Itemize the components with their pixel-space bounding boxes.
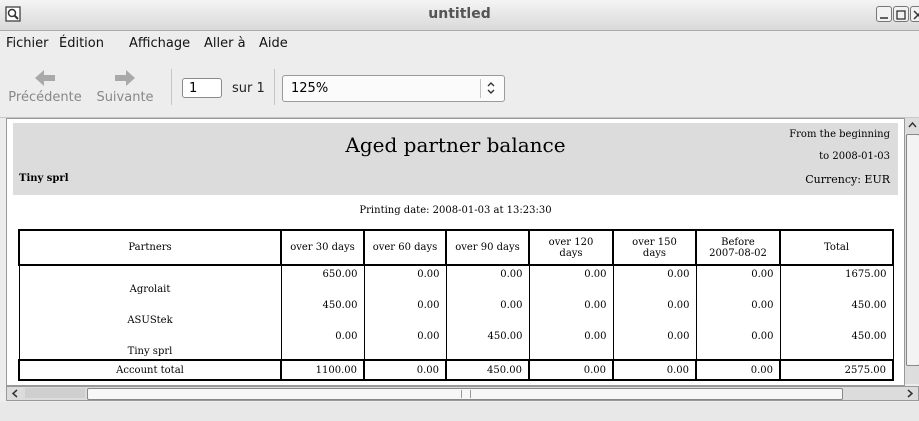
partner-name: Agrolait (18, 265, 282, 297)
column-header: over 150 days (612, 229, 697, 266)
amount-cell: 0.00 (612, 265, 697, 297)
total-amount-cell: 450.00 (445, 359, 530, 381)
aged-balance-table: Partners over 30 days over 60 days over … (18, 229, 894, 381)
amount-cell: 450.00 (779, 328, 894, 360)
column-header: over 120 days (528, 229, 614, 266)
amount-cell: 0.00 (445, 297, 530, 328)
company-name: Tiny sprl (19, 173, 69, 184)
scroll-up-icon[interactable] (905, 118, 919, 132)
page-count-label: sur 1 (232, 81, 265, 96)
menu-fichier[interactable]: Fichier (6, 36, 49, 51)
amount-cell: 0.00 (695, 265, 781, 297)
title-bar: untitled (0, 0, 919, 31)
horizontal-scroll-thumb[interactable] (87, 388, 843, 400)
scroll-track-left (25, 388, 85, 398)
zoom-value: 125% (291, 81, 329, 96)
arrow-left-icon (35, 70, 55, 86)
amount-cell: 0.00 (363, 328, 447, 360)
table-header-row: Partners over 30 days over 60 days over … (18, 229, 894, 266)
amount-cell: 0.00 (528, 265, 614, 297)
amount-cell: 0.00 (695, 297, 781, 328)
column-header: over 90 days (445, 229, 530, 266)
column-header: over 60 days (363, 229, 447, 266)
amount-cell: 650.00 (280, 265, 365, 297)
vertical-scrollbar[interactable] (904, 118, 919, 384)
document-view[interactable]: Aged partner balance Tiny sprl From the … (6, 118, 905, 386)
total-amount-cell: 0.00 (363, 359, 447, 381)
total-amount-cell: 0.00 (612, 359, 697, 381)
report-header: Aged partner balance Tiny sprl From the … (13, 123, 898, 195)
total-amount-cell: 1100.00 (280, 359, 365, 381)
amount-cell: 0.00 (528, 297, 614, 328)
table-row: Agrolait 650.00 0.00 0.00 0.00 0.00 0.00… (18, 265, 894, 297)
column-header: over 30 days (280, 229, 365, 266)
toolbar: Précédente Suivante 1 sur 1 125% (0, 57, 919, 118)
menu-affichage[interactable]: Affichage (129, 36, 190, 51)
horizontal-scrollbar[interactable] (6, 386, 919, 401)
printing-date: Printing date: 2008-01-03 at 13:23:30 (359, 205, 552, 216)
window-title: untitled (428, 6, 491, 22)
total-amount-cell: 2575.00 (779, 359, 894, 381)
amount-cell: 1675.00 (779, 265, 894, 297)
maximize-icon (896, 10, 906, 20)
up-down-chevron-icon (487, 82, 495, 94)
menu-aide[interactable]: Aide (259, 36, 288, 51)
amount-cell: 450.00 (445, 328, 530, 360)
close-icon (913, 10, 919, 20)
table-row: Tiny sprl 0.00 0.00 450.00 0.00 0.00 0.0… (18, 328, 894, 360)
scroll-right-icon[interactable] (903, 387, 917, 400)
scroll-left-icon[interactable] (8, 387, 22, 400)
toolbar-separator (274, 69, 275, 105)
total-label: Account total (18, 359, 282, 381)
status-bar (0, 402, 919, 421)
amount-cell: 0.00 (280, 328, 365, 360)
grip-icon (461, 390, 471, 398)
period-from: From the beginning (789, 129, 890, 140)
vertical-scroll-thumb[interactable] (906, 134, 919, 366)
minimize-button[interactable] (876, 6, 892, 22)
table-row: ASUStek 450.00 0.00 0.00 0.00 0.00 0.00 … (18, 297, 894, 328)
menu-bar: Fichier Édition Affichage Aller à Aide (0, 31, 919, 56)
amount-cell: 0.00 (695, 328, 781, 360)
amount-cell: 0.00 (612, 297, 697, 328)
maximize-button[interactable] (893, 6, 909, 22)
amount-cell: 0.00 (363, 297, 447, 328)
total-amount-cell: 0.00 (695, 359, 781, 381)
amount-cell: 0.00 (612, 328, 697, 360)
next-page-label: Suivante (96, 90, 154, 105)
close-button[interactable] (910, 6, 919, 22)
total-amount-cell: 0.00 (528, 359, 614, 381)
period-to: to 2008-01-03 (819, 151, 890, 162)
minimize-icon (880, 17, 888, 19)
previous-page-label: Précédente (8, 90, 82, 105)
zoom-select[interactable]: 125% (282, 75, 505, 102)
partner-name: Tiny sprl (18, 328, 282, 360)
arrow-right-icon (115, 70, 135, 86)
menu-edition[interactable]: Édition (59, 36, 104, 51)
column-header: Partners (18, 229, 282, 266)
amount-cell: 0.00 (445, 265, 530, 297)
column-header: Total (779, 229, 894, 266)
amount-cell: 0.00 (363, 265, 447, 297)
total-row: Account total 1100.00 0.00 450.00 0.00 0… (18, 359, 894, 381)
amount-cell: 450.00 (779, 297, 894, 328)
column-header: Before 2007-08-02 (695, 229, 781, 266)
partner-name: ASUStek (18, 297, 282, 328)
menu-aller-a[interactable]: Aller à (204, 36, 246, 51)
previous-page-button[interactable]: Précédente (4, 69, 86, 105)
page-number-input[interactable]: 1 (182, 78, 222, 98)
amount-cell: 450.00 (280, 297, 365, 328)
report-title: Aged partner balance (345, 133, 566, 157)
currency-label: Currency: EUR (805, 173, 890, 186)
toolbar-separator (171, 69, 172, 105)
next-page-button[interactable]: Suivante (90, 69, 160, 105)
amount-cell: 0.00 (528, 328, 614, 360)
combo-separator (480, 79, 481, 98)
